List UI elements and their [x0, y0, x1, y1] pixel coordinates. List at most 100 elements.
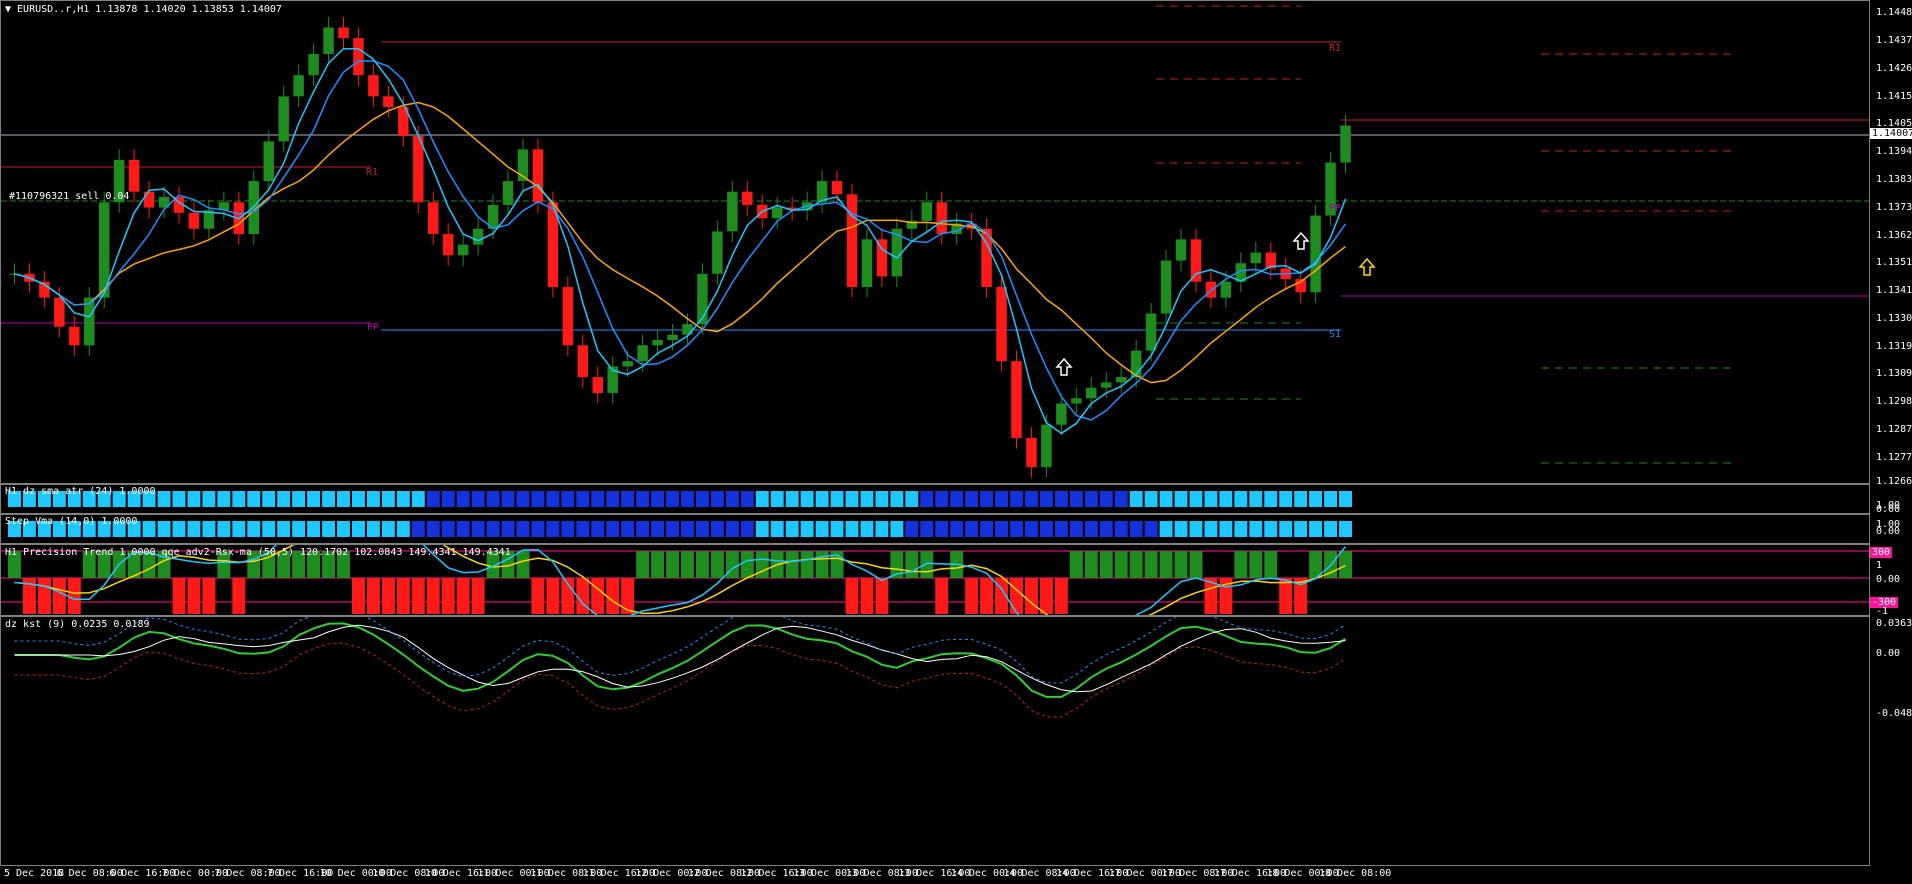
histogram-bar	[950, 491, 964, 507]
histogram-bar	[576, 491, 590, 507]
histogram-bar	[232, 521, 246, 537]
trend-bar	[1264, 551, 1278, 578]
candle-body	[502, 181, 514, 205]
histogram-bar	[860, 521, 874, 537]
histogram-bar	[950, 521, 964, 537]
trend-bar	[815, 551, 829, 578]
indicator-pane-kst[interactable]: dz kst (9) 0.0235 0.0189	[0, 616, 1870, 866]
histogram-bar	[740, 491, 754, 507]
histogram-bar	[1294, 521, 1308, 537]
candle-body	[921, 202, 933, 221]
candle-body	[278, 96, 289, 142]
histogram-bar	[351, 521, 365, 537]
histogram-bar	[1279, 521, 1293, 537]
price-chart-svg[interactable]	[1, 1, 1869, 483]
histogram-bar	[292, 521, 306, 537]
pivot-label-pp: PP	[1329, 203, 1342, 214]
candle-body	[727, 191, 738, 232]
histogram-bar	[172, 521, 186, 537]
sma-atr-histogram	[8, 491, 1352, 507]
candle-body	[54, 297, 65, 327]
trend-bar	[1084, 551, 1098, 578]
price-chart-pane[interactable]: ▼ EURUSD..r,H1 1.13878 1.14020 1.13853 1…	[0, 0, 1870, 484]
histogram-bar	[1234, 521, 1248, 537]
trend-bar	[381, 578, 395, 614]
indicator-label: Step Vma (14,0) 1.0000	[5, 516, 138, 527]
price-tick: 1.13945	[1876, 146, 1912, 157]
histogram-bar	[1114, 491, 1128, 507]
histogram-bar	[337, 521, 350, 537]
candle-body	[846, 194, 858, 288]
candle-body	[188, 212, 200, 229]
candle-body	[712, 231, 723, 274]
histogram-bar	[755, 491, 769, 507]
level-badge: 300	[1870, 547, 1893, 558]
histogram-bar	[591, 491, 605, 507]
indicator-pane-precision-trend[interactable]: H1 Precision Trend 1.0000 qqe adv2-Rsx-m…	[0, 544, 1870, 616]
axis-tick: 0.00	[1876, 648, 1901, 659]
buy-arrow-icon	[1358, 257, 1376, 276]
candle-body	[742, 191, 753, 205]
histogram-bar	[277, 521, 291, 537]
histogram-bar	[621, 521, 635, 537]
trend-bar	[1129, 551, 1143, 578]
kst-line	[14, 622, 1347, 698]
histogram-bar	[426, 491, 440, 507]
trend-bar	[965, 578, 979, 614]
trend-bar	[785, 551, 799, 578]
histogram-bar	[217, 521, 231, 537]
candle-body	[293, 75, 304, 97]
histogram-bar	[995, 491, 1009, 507]
histogram-bar	[681, 521, 694, 537]
candle-body	[771, 207, 783, 219]
trend-bar	[351, 578, 365, 614]
histogram-bar	[606, 521, 620, 537]
indicator-axis: 1.00 0.00	[1870, 514, 1912, 544]
histogram-bar	[1324, 521, 1338, 537]
price-tick: 1.13515	[1876, 257, 1912, 268]
histogram-bar	[157, 521, 171, 537]
trend-bar	[441, 578, 455, 614]
trend-bar	[52, 578, 66, 614]
price-tick: 1.14370	[1876, 35, 1912, 46]
histogram-bar	[1339, 521, 1352, 537]
price-tick: 1.14265	[1876, 63, 1912, 74]
histogram-bar	[1159, 491, 1173, 507]
histogram-bar	[1219, 491, 1233, 507]
indicator-pane-step-vma[interactable]: Step Vma (14,0) 1.0000	[0, 514, 1870, 544]
histogram-bar	[770, 521, 784, 537]
candle-body	[427, 202, 439, 235]
histogram-bar	[426, 521, 440, 537]
candle-body	[472, 228, 484, 245]
indicator-pane-sma-atr[interactable]: H1 dz sma atr (24) 1.0000	[0, 484, 1870, 514]
candle-body	[831, 181, 843, 195]
candle-body	[532, 149, 544, 203]
histogram-bar	[815, 521, 829, 537]
time-label: 18 Dec 08:00	[1319, 868, 1392, 879]
trend-bar	[202, 578, 216, 614]
candle-body	[936, 202, 947, 235]
trend-bar	[531, 578, 545, 614]
candle-body	[1250, 252, 1262, 264]
trend-bar	[187, 578, 201, 614]
histogram-bar	[1204, 491, 1218, 507]
histogram-bar	[322, 521, 336, 537]
histogram-bar	[486, 491, 500, 507]
indicator-label: dz kst (9) 0.0235 0.0189	[5, 619, 150, 630]
axis-tick: 1	[1876, 560, 1883, 571]
indicator-axis: 0.0363 0.00 -0.048	[1870, 616, 1912, 866]
histogram-bar	[1010, 521, 1023, 537]
trend-bar	[1279, 578, 1293, 614]
histogram-bar	[1249, 521, 1263, 537]
histogram-bar	[681, 491, 694, 507]
histogram-bar	[651, 521, 665, 537]
candle-body	[667, 334, 678, 340]
axis-tick: 0.0363	[1876, 618, 1912, 629]
histogram-bar	[1129, 491, 1143, 507]
trend-bar	[666, 551, 679, 578]
trend-bar	[1114, 551, 1128, 578]
histogram-bar	[307, 491, 321, 507]
histogram-bar	[546, 491, 560, 507]
candle-body	[1220, 281, 1232, 298]
pivot-label-pp: PP	[367, 322, 380, 333]
